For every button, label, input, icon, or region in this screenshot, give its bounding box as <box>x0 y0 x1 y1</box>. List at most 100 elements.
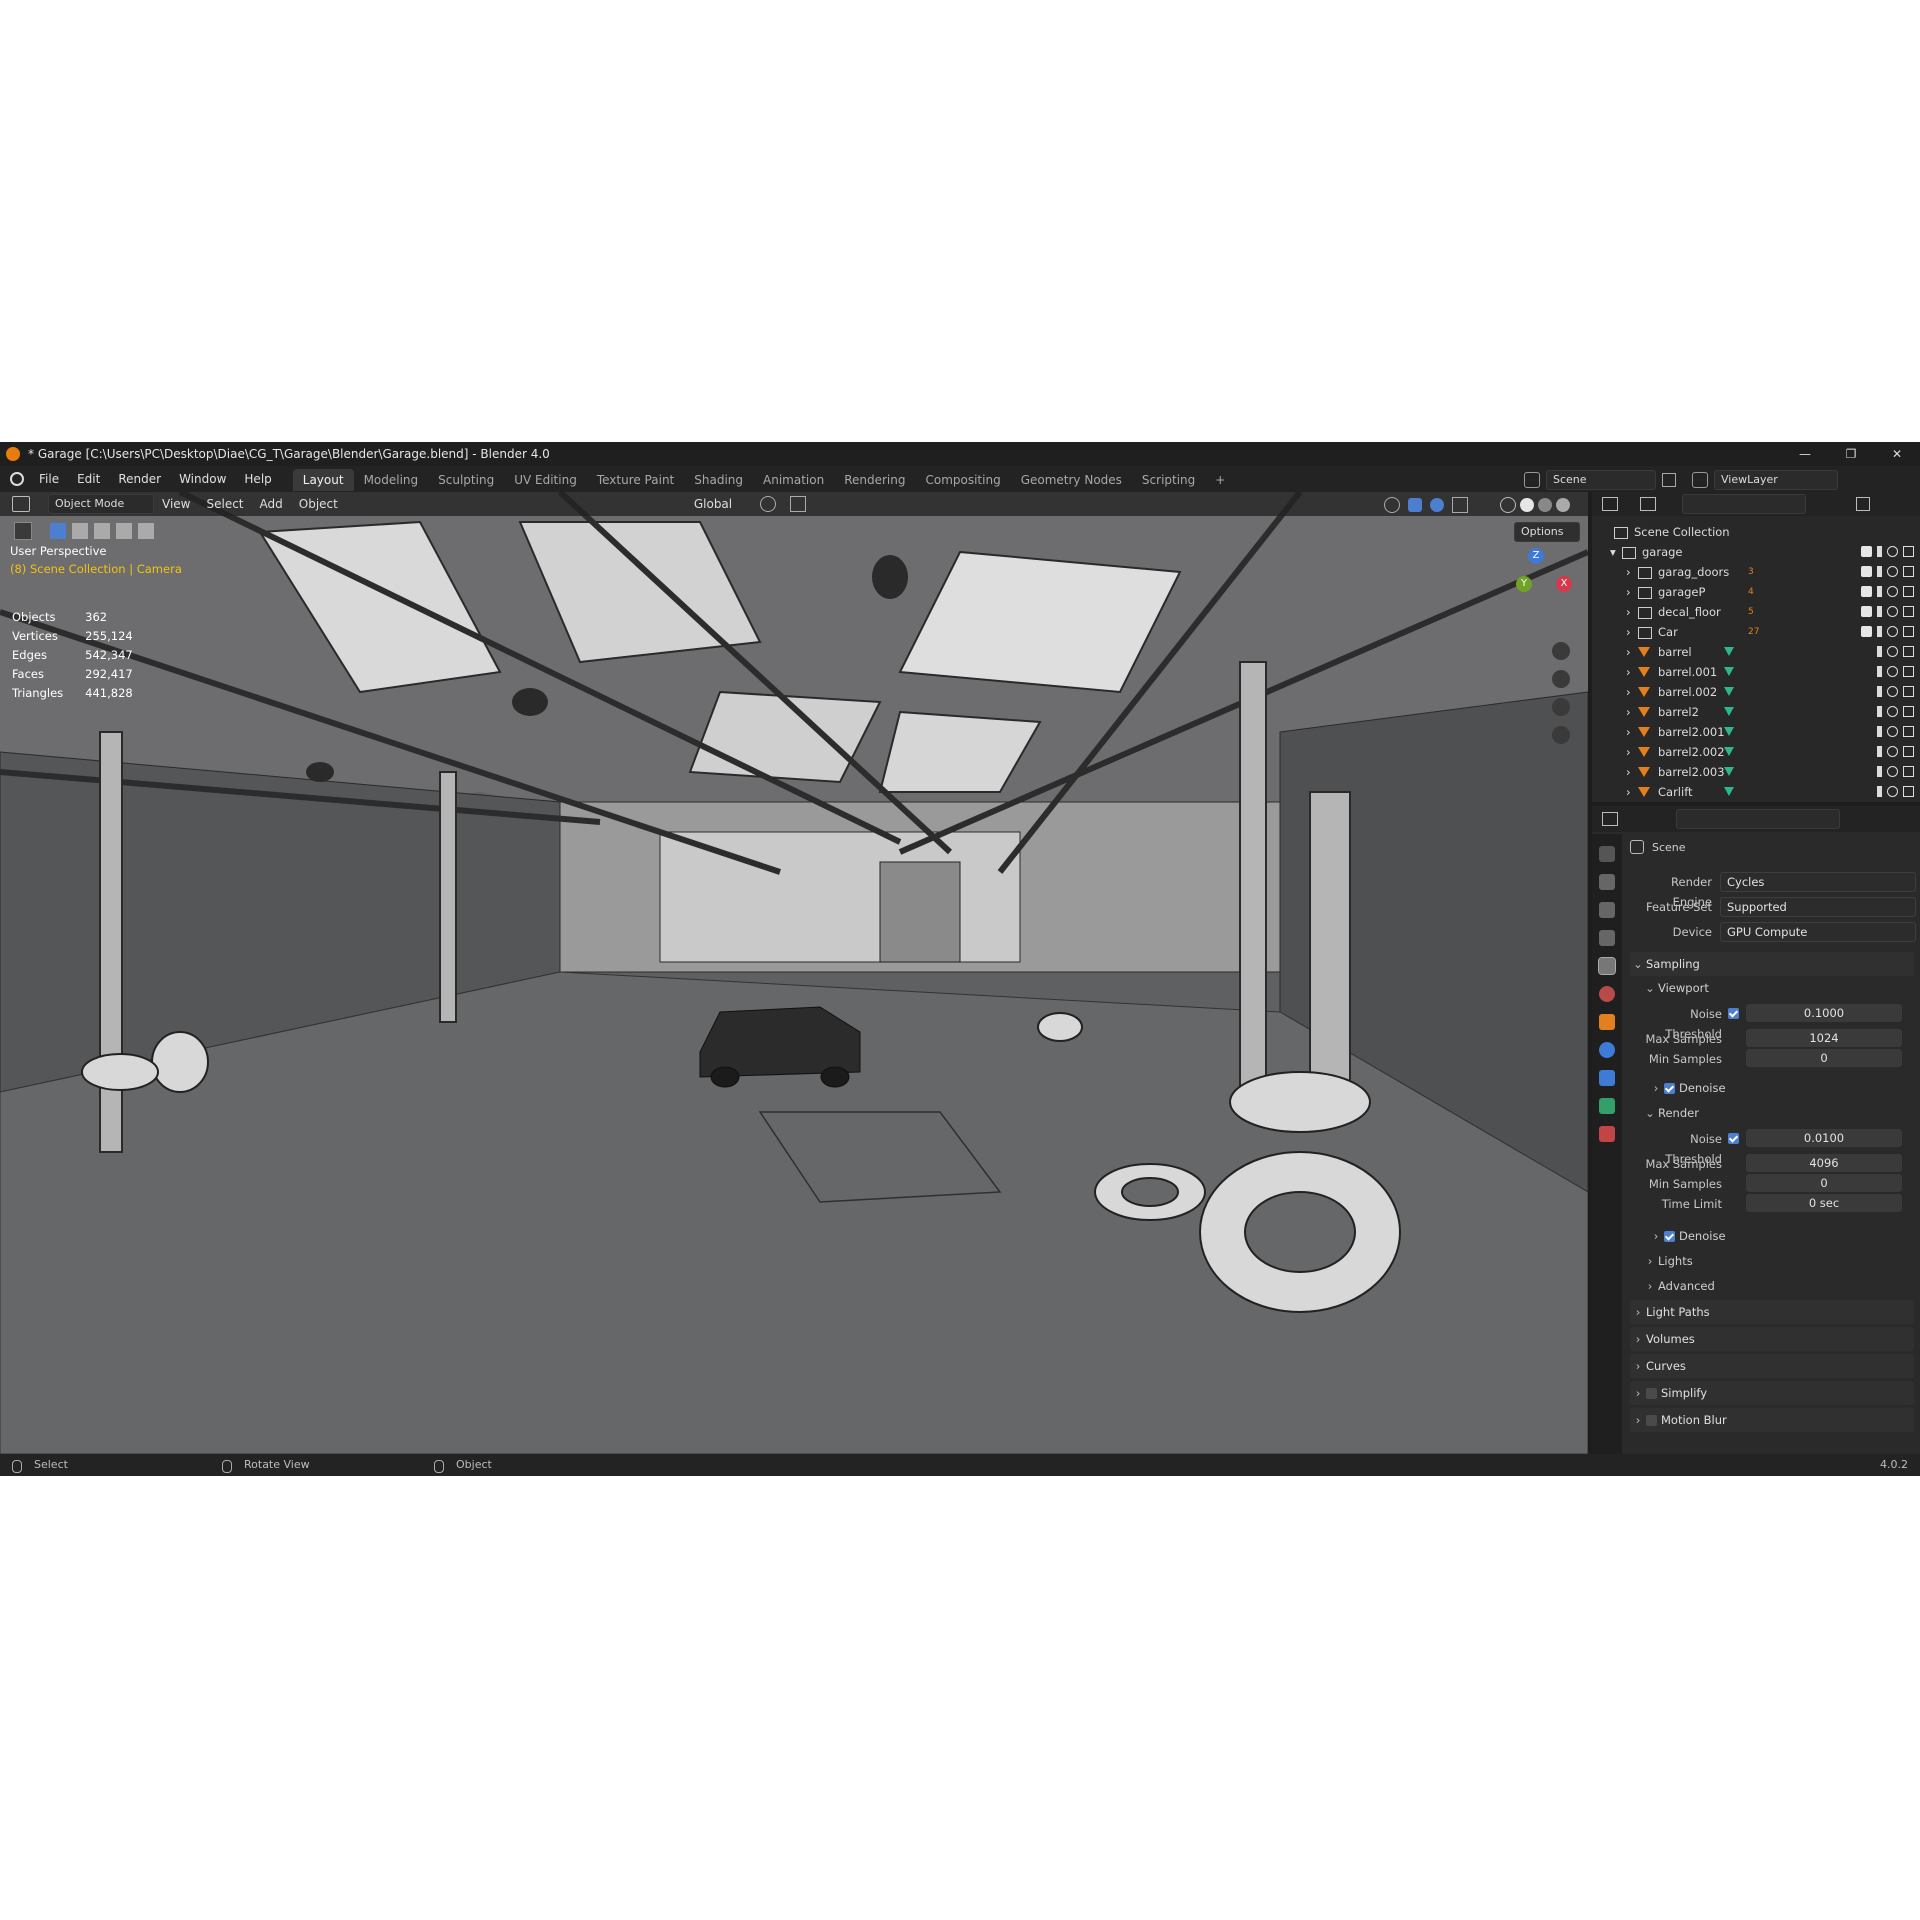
3d-viewport[interactable]: Object Mode View Select Add Object Globa… <box>0 492 1588 1454</box>
list-item[interactable]: › barrel.002 <box>1592 682 1920 702</box>
new-scene-icon[interactable] <box>1662 473 1676 487</box>
tab-uv-editing[interactable]: UV Editing <box>504 469 587 491</box>
select-mode-intersect-icon[interactable] <box>138 523 154 539</box>
menu-help[interactable]: Help <box>235 466 280 492</box>
noise-threshold-checkbox[interactable] <box>1728 1008 1739 1019</box>
blender-menu-icon[interactable] <box>10 472 24 486</box>
eye-icon[interactable] <box>1887 686 1898 697</box>
camera-icon[interactable] <box>1903 566 1914 577</box>
navigation-gizmo[interactable]: Z Y X <box>1496 546 1576 626</box>
editor-type-icon[interactable] <box>12 496 30 512</box>
zoom-icon[interactable] <box>1552 642 1570 660</box>
wireframe-shading-icon[interactable] <box>1500 497 1516 513</box>
viewport-subpanel-header[interactable]: ⌄ Viewport <box>1642 978 1709 998</box>
list-item[interactable]: › Carlift <box>1592 782 1920 802</box>
visibility-icon[interactable] <box>1384 497 1400 513</box>
eye-icon[interactable] <box>1887 546 1898 557</box>
transform-orientation-dropdown[interactable]: Global <box>686 492 740 516</box>
device-dropdown[interactable]: GPU Compute <box>1720 922 1916 942</box>
selectable-arrow-icon[interactable] <box>1877 566 1882 577</box>
outliner-editor-icon[interactable] <box>1602 497 1618 511</box>
solid-shading-icon[interactable] <box>1520 498 1534 512</box>
overlay-toggle-icon[interactable] <box>1430 498 1444 512</box>
denoise-checkbox[interactable] <box>1664 1083 1675 1094</box>
gizmo-toggle-icon[interactable] <box>1408 498 1422 512</box>
camera-icon[interactable] <box>1903 546 1914 557</box>
display-mode-icon[interactable] <box>1640 497 1656 511</box>
rendered-shading-icon[interactable] <box>1556 498 1570 512</box>
chevron-right-icon[interactable]: › <box>1626 742 1631 762</box>
select-menu[interactable]: Select <box>198 492 251 516</box>
list-item[interactable]: › barrel2.001 <box>1592 722 1920 742</box>
select-mode-invert-icon[interactable] <box>116 523 132 539</box>
selectable-arrow-icon[interactable] <box>1877 786 1882 797</box>
output-tab-icon[interactable] <box>1599 902 1615 918</box>
time-limit-field[interactable]: 0 sec <box>1746 1194 1902 1212</box>
denoise-checkbox[interactable] <box>1664 1231 1675 1242</box>
tab-scripting[interactable]: Scripting <box>1132 469 1205 491</box>
viewport-max-field[interactable]: 1024 <box>1746 1029 1902 1047</box>
camera-icon[interactable] <box>1903 746 1914 757</box>
list-item[interactable]: › Car 27 <box>1592 622 1920 642</box>
eye-icon[interactable] <box>1887 706 1898 717</box>
light-paths-panel[interactable]: › Light Paths <box>1630 1300 1914 1324</box>
tab-shading[interactable]: Shading <box>684 469 753 491</box>
ortho-toggle-icon[interactable] <box>1552 726 1570 744</box>
eye-icon[interactable] <box>1887 646 1898 657</box>
viewport-denoise-row[interactable]: › Denoise <box>1648 1078 1726 1098</box>
view-layer-field[interactable]: ViewLayer <box>1714 470 1838 490</box>
eye-icon[interactable] <box>1887 626 1898 637</box>
maximize-button[interactable]: ❐ <box>1828 442 1874 466</box>
viewport-min-field[interactable]: 0 <box>1746 1049 1902 1067</box>
tab-animation[interactable]: Animation <box>753 469 834 491</box>
tab-sculpting[interactable]: Sculpting <box>428 469 504 491</box>
eye-icon[interactable] <box>1887 746 1898 757</box>
eye-icon[interactable] <box>1887 786 1898 797</box>
view-layer-tab-icon[interactable] <box>1599 930 1615 946</box>
outliner-search-input[interactable] <box>1682 494 1806 514</box>
pan-hand-icon[interactable] <box>1552 670 1570 688</box>
chevron-right-icon[interactable]: › <box>1626 662 1631 682</box>
view-layer-icon[interactable] <box>1692 472 1708 488</box>
simplify-checkbox[interactable] <box>1646 1388 1657 1399</box>
viewport-noise-field[interactable]: 0.1000 <box>1746 1004 1902 1022</box>
eye-icon[interactable] <box>1887 606 1898 617</box>
render-min-field[interactable]: 0 <box>1746 1174 1902 1192</box>
camera-icon[interactable] <box>1903 766 1914 777</box>
world-tab-icon[interactable] <box>1599 986 1615 1002</box>
chevron-right-icon[interactable]: › <box>1626 762 1631 782</box>
curves-panel[interactable]: › Curves <box>1630 1354 1914 1378</box>
xray-icon[interactable] <box>1452 497 1468 513</box>
menu-file[interactable]: File <box>30 466 68 492</box>
volumes-panel[interactable]: › Volumes <box>1630 1327 1914 1351</box>
chevron-right-icon[interactable]: › <box>1626 602 1631 622</box>
list-item[interactable]: › barrel <box>1592 642 1920 662</box>
list-item[interactable]: › garag_doors 3 <box>1592 562 1920 582</box>
render-tab-icon[interactable] <box>1599 874 1615 890</box>
modifier-tab-icon[interactable] <box>1599 1042 1615 1058</box>
tab-geometry-nodes[interactable]: Geometry Nodes <box>1011 469 1132 491</box>
scene-icon[interactable] <box>1524 472 1540 488</box>
list-item[interactable]: Scene Collection <box>1592 522 1920 542</box>
menu-edit[interactable]: Edit <box>68 466 109 492</box>
properties-search-input[interactable] <box>1676 809 1840 829</box>
camera-icon[interactable] <box>1903 646 1914 657</box>
eye-icon[interactable] <box>1887 586 1898 597</box>
simplify-panel[interactable]: › Simplify <box>1630 1381 1914 1405</box>
chevron-right-icon[interactable]: › <box>1626 582 1631 602</box>
properties-editor-icon[interactable] <box>1602 812 1618 826</box>
object-menu[interactable]: Object <box>291 492 346 516</box>
sampling-panel-header[interactable]: ⌄ Sampling <box>1630 952 1914 976</box>
selectable-arrow-icon[interactable] <box>1877 766 1882 777</box>
noise-threshold-checkbox[interactable] <box>1728 1133 1739 1144</box>
close-button[interactable]: ✕ <box>1874 442 1920 466</box>
exclude-checkbox-icon[interactable] <box>1861 606 1872 617</box>
eye-icon[interactable] <box>1887 726 1898 737</box>
eye-icon[interactable] <box>1887 666 1898 677</box>
selectable-arrow-icon[interactable] <box>1877 646 1882 657</box>
camera-icon[interactable] <box>1903 686 1914 697</box>
selectable-arrow-icon[interactable] <box>1877 706 1882 717</box>
selectable-arrow-icon[interactable] <box>1877 686 1882 697</box>
data-tab-icon[interactable] <box>1599 1098 1615 1114</box>
selectable-arrow-icon[interactable] <box>1877 746 1882 757</box>
